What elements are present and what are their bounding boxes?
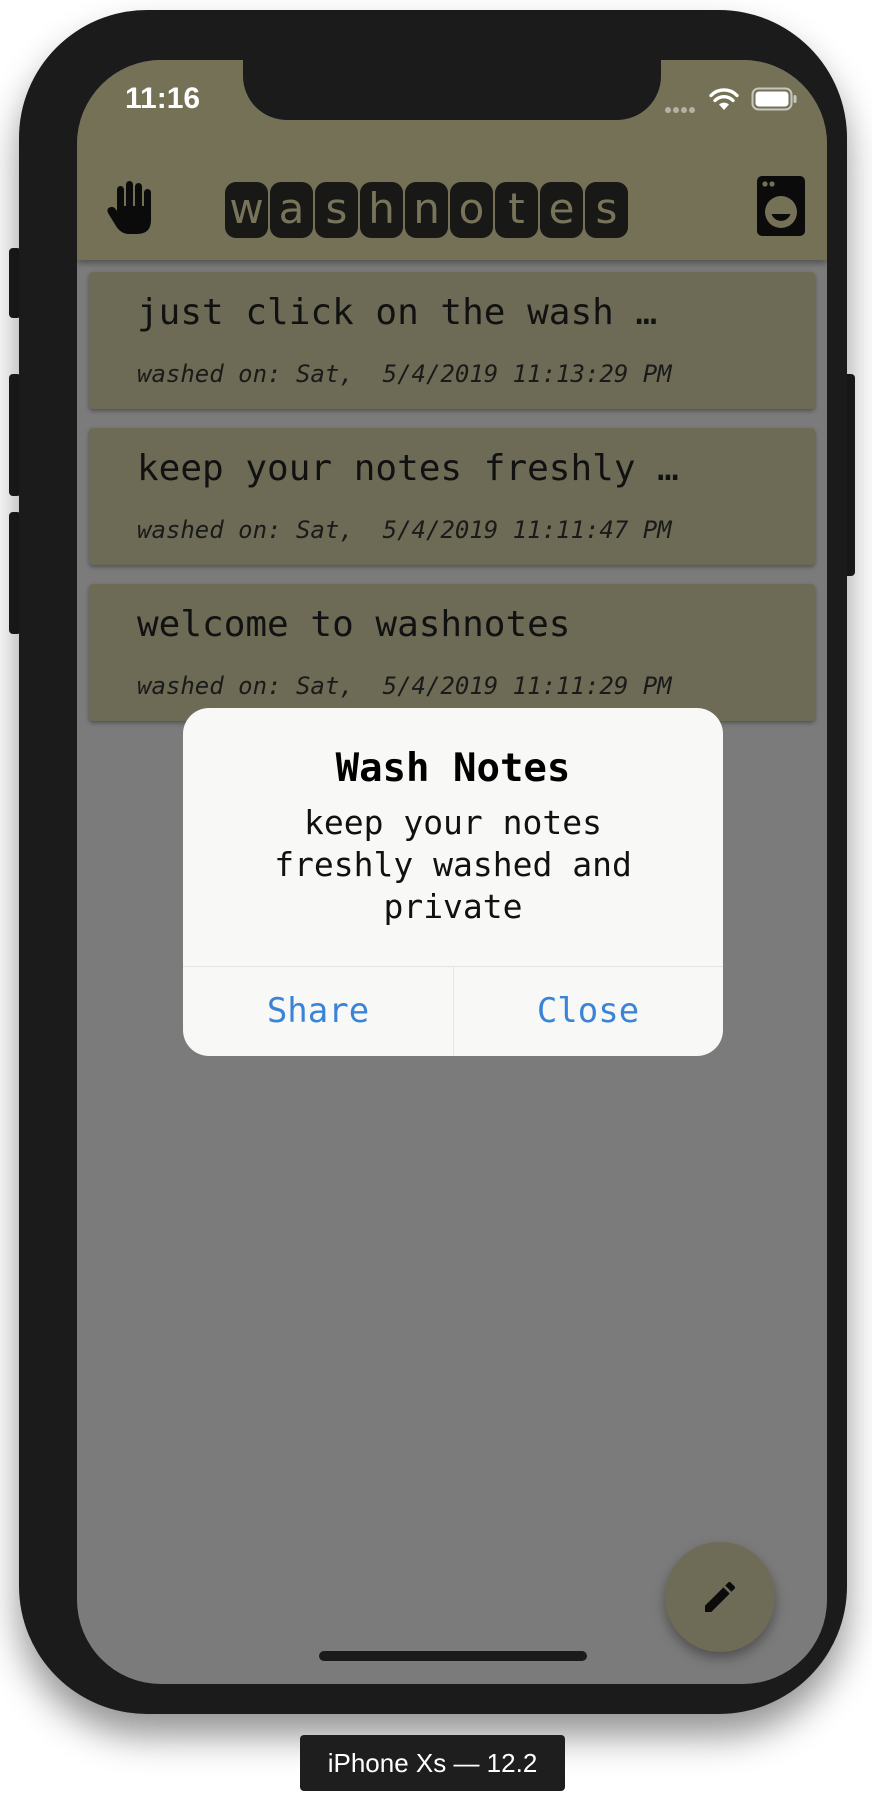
note-card[interactable]: welcome to washnotes washed on: Sat, 5/4…: [89, 584, 815, 721]
note-date: washed on: Sat, 5/4/2019 11:13:29 PM: [137, 360, 672, 388]
logo-tile: s: [585, 182, 628, 238]
alert-message: keep your notes freshly washed and priva…: [274, 803, 632, 926]
logo-tile: o: [450, 182, 493, 238]
battery-icon: [751, 87, 797, 111]
note-date: washed on: Sat, 5/4/2019 11:11:47 PM: [137, 516, 672, 544]
washing-machine-icon[interactable]: [757, 176, 805, 236]
notch: [243, 60, 661, 120]
share-button[interactable]: Share: [183, 967, 453, 1056]
app-screen: 11:16 w a s h n o t e s just click on th…: [77, 60, 827, 1684]
pencil-icon: [705, 1581, 736, 1612]
note-title: just click on the wash …: [137, 292, 658, 333]
signal-dots-icon: [665, 98, 697, 117]
logo-tile: w: [225, 182, 268, 238]
device-label: iPhone Xs — 12.2: [300, 1735, 565, 1791]
app-logo: w a s h n o t e s: [225, 182, 628, 238]
note-title: welcome to washnotes: [137, 604, 571, 645]
home-indicator: [319, 1651, 587, 1661]
status-icons: [665, 87, 805, 117]
note-title: keep your notes freshly …: [137, 448, 679, 489]
device-frame: 11:16 w a s h n o t e s just click on th…: [19, 10, 847, 1714]
alert-dialog: Wash Notes keep your notes freshly washe…: [183, 708, 723, 1056]
logo-tile: s: [315, 182, 358, 238]
logo-tile: a: [270, 182, 313, 238]
logo-tile: t: [495, 182, 538, 238]
logo-tile: h: [360, 182, 403, 238]
hand-icon[interactable]: [107, 180, 155, 234]
logo-tile: n: [405, 182, 448, 238]
note-card[interactable]: keep your notes freshly … washed on: Sat…: [89, 428, 815, 565]
new-note-button[interactable]: [665, 1542, 775, 1652]
close-button[interactable]: Close: [453, 967, 723, 1056]
wifi-icon: [709, 88, 739, 110]
note-card[interactable]: just click on the wash … washed on: Sat,…: [89, 272, 815, 409]
alert-title: Wash Notes: [335, 746, 571, 791]
status-time: 11:16: [125, 82, 201, 115]
logo-tile: e: [540, 182, 583, 238]
note-date: washed on: Sat, 5/4/2019 11:11:29 PM: [137, 672, 672, 700]
